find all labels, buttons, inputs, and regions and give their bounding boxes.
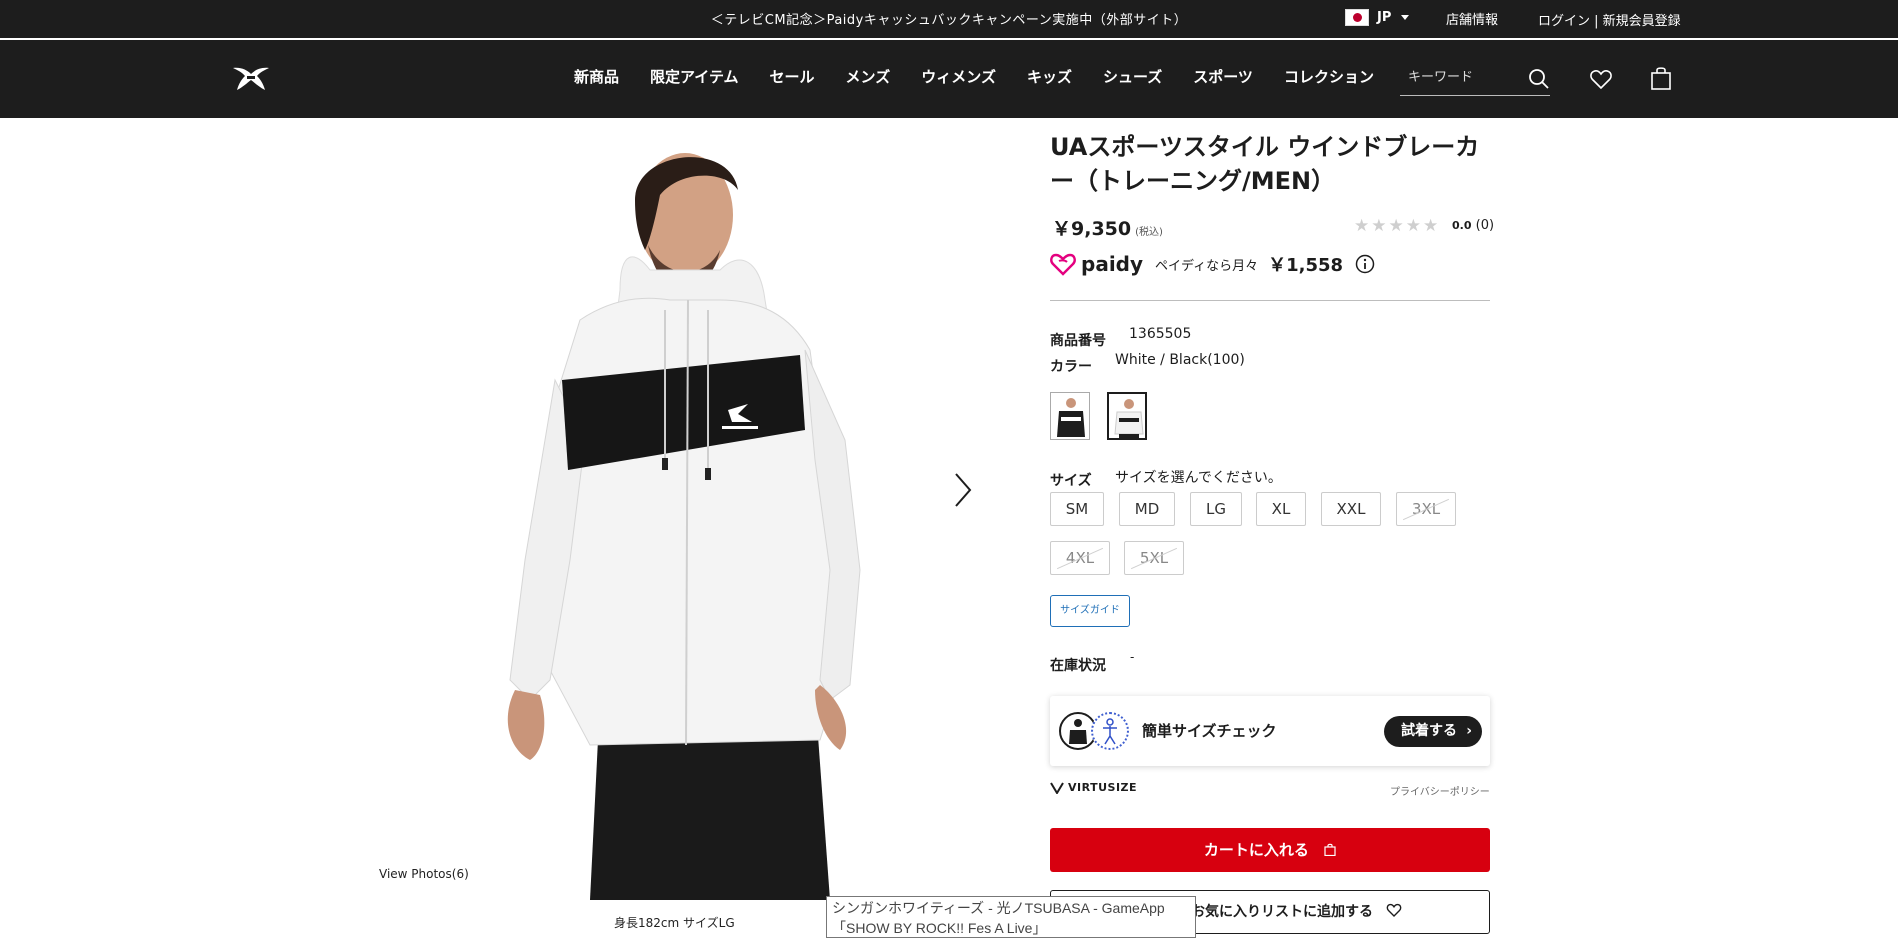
person-icon (1103, 718, 1117, 745)
add-to-wishlist-label: お気に入りリストに追加する (1191, 904, 1373, 920)
size-option-md[interactable]: MD (1119, 492, 1175, 526)
heart-icon (1386, 903, 1402, 917)
product-photo[interactable] (470, 140, 930, 900)
star-icon: ★ (1423, 216, 1439, 236)
under-armour-logo[interactable] (229, 65, 273, 93)
wishlist-heart-icon[interactable] (1589, 67, 1613, 91)
size-option-4xl[interactable]: 4XL (1050, 541, 1110, 575)
size-option-5xl[interactable]: 5XL (1124, 541, 1184, 575)
rating-stars[interactable]: ★ ★ ★ ★ ★ (1354, 216, 1438, 236)
color-swatch-black[interactable] (1050, 392, 1090, 440)
try-on-button[interactable]: 試着する › (1384, 716, 1482, 747)
shopping-bag-icon[interactable] (1650, 66, 1672, 90)
media-tooltip: シンガンホワイティーズ - 光ノTSUBASA - GameApp「SHOW B… (826, 896, 1196, 938)
product-price: ￥9,350 (税込) (1052, 214, 1163, 241)
stock-value: - (1130, 650, 1135, 664)
add-to-cart-button[interactable]: カートに入れる (1050, 828, 1490, 872)
rating-count: (0) (1475, 218, 1495, 233)
nav-new-arrivals[interactable]: 新商品 (574, 66, 619, 87)
virtusize-logo-icon (1050, 781, 1064, 794)
main-nav: 新商品 限定アイテム セール メンズ ウィメンズ キッズ シューズ スポーツ コ… (574, 66, 1405, 87)
nav-collection[interactable]: コレクション (1284, 66, 1374, 87)
size-option-3xl[interactable]: 3XL (1396, 492, 1456, 526)
try-on-label: 試着する (1401, 723, 1457, 739)
cart-bag-icon (1324, 843, 1336, 856)
nav-limited[interactable]: 限定アイテム (650, 66, 739, 87)
jacket-icon (1069, 719, 1087, 744)
search-icon[interactable] (1528, 68, 1550, 90)
section-divider (1050, 300, 1490, 301)
color-swatch-white[interactable] (1107, 392, 1147, 440)
star-icon: ★ (1354, 216, 1370, 236)
body-avatar-icon (1091, 712, 1129, 750)
size-prompt: サイズを選んでください。 (1115, 470, 1282, 486)
japan-flag-icon (1345, 9, 1369, 26)
paidy-amount: ￥1,558 (1268, 255, 1344, 276)
announcement-bar: ＜テレビCM記念＞Paidyキャッシュバックキャンペーン実施中（外部サイト） J… (0, 0, 1898, 40)
tax-note: (税込) (1135, 227, 1163, 238)
model-size-caption: 身長182cm サイズLG (614, 916, 735, 930)
privacy-policy-link[interactable]: プライバシーポリシー (1390, 783, 1490, 798)
product-number: 1365505 (1129, 326, 1192, 342)
star-icon: ★ (1405, 216, 1421, 236)
black-jacket-thumbnail (1057, 398, 1085, 437)
star-icon: ★ (1371, 216, 1387, 236)
product-number-label: 商品番号 (1050, 333, 1106, 349)
color-label: カラー (1050, 359, 1092, 375)
size-option-lg[interactable]: LG (1190, 492, 1242, 526)
add-to-cart-label: カートに入れる (1203, 841, 1309, 859)
nav-womens[interactable]: ウィメンズ (921, 66, 996, 87)
star-icon: ★ (1388, 216, 1404, 236)
nav-mens[interactable]: メンズ (846, 66, 891, 87)
size-option-xl[interactable]: XL (1256, 492, 1306, 526)
store-info-link[interactable]: 店舗情報 (1446, 9, 1498, 28)
paidy-icon (1050, 253, 1076, 276)
paidy-logo: paidy (1050, 252, 1143, 276)
white-jacket-thumbnail (1114, 399, 1144, 438)
country-code: JP (1377, 10, 1392, 25)
paidy-brand: paidy (1081, 252, 1144, 276)
chevron-right-icon: › (1466, 723, 1472, 739)
search-input[interactable] (1408, 70, 1518, 85)
next-photo-arrow[interactable] (950, 470, 976, 510)
size-option-sm[interactable]: SM (1050, 492, 1104, 526)
virtusize-widget[interactable]: 簡単サイズチェック 試着する › (1050, 696, 1490, 766)
size-guide-button[interactable]: サイズガイド (1050, 595, 1130, 627)
size-label: サイズ (1050, 473, 1092, 489)
info-icon[interactable] (1355, 254, 1375, 274)
chevron-down-icon (1401, 15, 1410, 20)
nav-sale[interactable]: セール (770, 66, 815, 87)
nav-sports[interactable]: スポーツ (1193, 66, 1253, 87)
virtusize-brand: VIRTUSIZE (1050, 781, 1137, 794)
size-option-xxl[interactable]: XXL (1321, 492, 1381, 526)
virtusize-title: 簡単サイズチェック (1142, 722, 1277, 740)
rating-score: 0.0 (1452, 219, 1472, 232)
product-title: UAスポーツスタイル ウインドブレーカー（トレーニング/MEN） (1050, 133, 1480, 195)
search-box (1400, 64, 1550, 96)
rating-summary[interactable]: 0.0 (0) (1452, 218, 1494, 233)
virtusize-brand-text: VIRTUSIZE (1068, 781, 1138, 794)
nav-shoes[interactable]: シューズ (1103, 66, 1162, 87)
country-selector[interactable]: JP (1345, 9, 1410, 26)
login-register-link[interactable]: ログイン | 新規会員登録 (1538, 10, 1681, 29)
paidy-installment: paidy ペイディなら月々 ￥1,558 (1050, 250, 1375, 278)
stock-label: 在庫状況 (1050, 658, 1106, 674)
view-photos-link[interactable]: View Photos(6) (379, 867, 469, 881)
price-value: ￥9,350 (1052, 218, 1132, 240)
paidy-text: ペイディなら月々 (1155, 258, 1259, 274)
main-header: 新商品 限定アイテム セール メンズ ウィメンズ キッズ シューズ スポーツ コ… (0, 40, 1898, 118)
nav-kids[interactable]: キッズ (1027, 66, 1072, 87)
color-value: White / Black(100) (1115, 352, 1245, 368)
